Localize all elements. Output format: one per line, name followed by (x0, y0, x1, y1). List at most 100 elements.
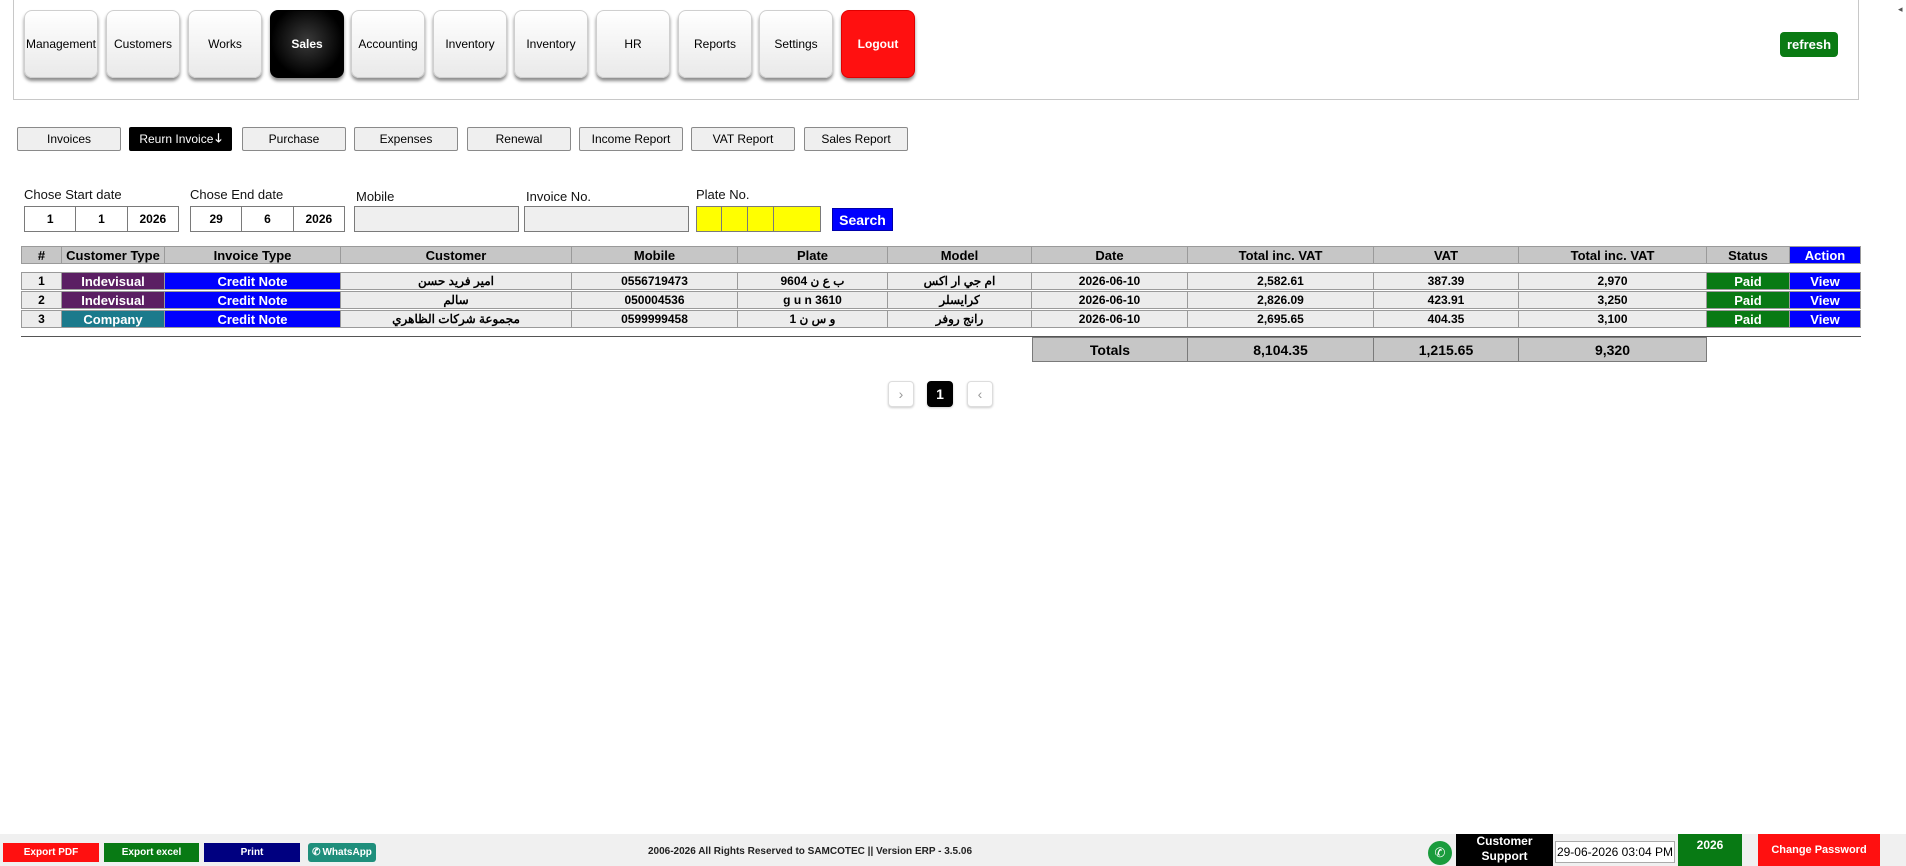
row-index: 1 (21, 272, 62, 290)
total-inc-value: 3,250 (1519, 291, 1707, 309)
nav-settings[interactable]: Settings (759, 10, 833, 78)
table-row: 1 Indevisual Credit Note امير فريد حسن 0… (21, 272, 1861, 290)
end-month[interactable]: 6 (242, 207, 294, 231)
table-row: 3 Company Credit Note مجموعة شركات الظاه… (21, 310, 1861, 328)
col-total-ex: Total inc. VAT (1188, 246, 1374, 264)
nav-accounting[interactable]: Accounting (351, 10, 425, 78)
mobile-input[interactable] (354, 206, 519, 232)
refresh-button[interactable]: refresh (1780, 32, 1838, 57)
pagination-prev-icon[interactable]: ‹ (967, 381, 993, 407)
col-plate: Plate (738, 246, 888, 264)
customer-type-badge: Indevisual (62, 291, 165, 309)
start-date-picker[interactable]: 1 1 2026 (24, 206, 179, 232)
nav-management[interactable]: Management (24, 10, 98, 78)
submenu-purchase[interactable]: Purchase (242, 127, 346, 151)
view-button[interactable]: View (1790, 310, 1861, 328)
start-day[interactable]: 1 (25, 207, 77, 231)
totals-inc-vat: 9,320 (1519, 337, 1707, 362)
customer-type-badge: Indevisual (62, 272, 165, 290)
customer-name: سالم (341, 291, 572, 309)
total-ex-value: 2,826.09 (1188, 291, 1374, 309)
plate-value: و س ن 1 (738, 310, 888, 328)
submenu-return-invoice-label: Reurn Invoice (139, 132, 214, 146)
total-ex-value: 2,695.65 (1188, 310, 1374, 328)
totals-label: Totals (1032, 337, 1188, 362)
mobile-label: Mobile (356, 189, 395, 204)
nav-logout[interactable]: Logout (841, 10, 915, 78)
col-action: Action (1790, 246, 1861, 264)
invoice-type-badge: Credit Note (165, 291, 341, 309)
submenu-invoices[interactable]: Invoices (17, 127, 121, 151)
nav-hr[interactable]: HR (596, 10, 670, 78)
view-button[interactable]: View (1790, 272, 1861, 290)
table-row: 2 Indevisual Credit Note سالم 050004536 … (21, 291, 1861, 309)
vat-value: 423.91 (1374, 291, 1519, 309)
submenu-return-invoice[interactable]: Reurn Invoice 🡓 (129, 127, 232, 151)
col-customer-type: Customer Type (62, 246, 165, 264)
model-value: ام جي ار اكس (888, 272, 1032, 290)
row-index: 2 (21, 291, 62, 309)
total-ex-value: 2,582.61 (1188, 272, 1374, 290)
plate-value: ب ع ن 9604 (738, 272, 888, 290)
submenu-sales-report[interactable]: Sales Report (804, 127, 908, 151)
end-day[interactable]: 29 (191, 207, 243, 231)
view-button[interactable]: View (1790, 291, 1861, 309)
col-customer: Customer (341, 246, 572, 264)
nav-inventory[interactable]: Inventory (433, 10, 507, 78)
vat-value: 387.39 (1374, 272, 1519, 290)
start-month[interactable]: 1 (76, 207, 128, 231)
nav-works[interactable]: Works (188, 10, 262, 78)
export-excel-button[interactable]: Export excel (104, 843, 199, 862)
search-button[interactable]: Search (832, 208, 893, 231)
col-status: Status (1707, 246, 1790, 264)
nav-customers[interactable]: Customers (106, 10, 180, 78)
print-button[interactable]: Print (204, 843, 300, 862)
start-year[interactable]: 2026 (128, 207, 178, 231)
plate-part-1[interactable] (697, 207, 722, 231)
vat-value: 404.35 (1374, 310, 1519, 328)
start-date-label: Chose Start date (24, 187, 122, 202)
status-badge: Paid (1707, 272, 1790, 290)
table-header-row: # Customer Type Invoice Type Customer Mo… (21, 246, 1861, 264)
customer-support-button[interactable]: Customer Support (1456, 834, 1553, 866)
arrow-down-icon: 🡓 (215, 130, 222, 145)
customer-type-badge: Company (62, 310, 165, 328)
submenu-income-report[interactable]: Income Report (579, 127, 683, 151)
end-year[interactable]: 2026 (294, 207, 344, 231)
mobile-value: 050004536 (572, 291, 738, 309)
col-total-inc: Total inc. VAT (1519, 246, 1707, 264)
plate-part-3[interactable] (748, 207, 774, 231)
plate-value: g u n 3610 (738, 291, 888, 309)
year-badge: 2026 (1678, 834, 1742, 866)
plate-part-4[interactable] (774, 207, 820, 231)
status-badge: Paid (1707, 291, 1790, 309)
submenu-expenses[interactable]: Expenses (354, 127, 458, 151)
whatsapp-button[interactable]: ✆ WhatsApp (308, 843, 376, 862)
pagination-current[interactable]: 1 (927, 381, 953, 407)
current-datetime: 29-06-2026 03:04 PM (1555, 841, 1675, 863)
submenu-renewal[interactable]: Renewal (467, 127, 571, 151)
copyright-text: 2006-2026 All Rights Reserved to SAMCOTE… (647, 846, 973, 857)
whatsapp-round-icon[interactable]: ✆ (1428, 841, 1452, 865)
date-value: 2026-06-10 (1032, 310, 1188, 328)
nav-sales[interactable]: Sales (270, 10, 344, 78)
submenu-vat-report[interactable]: VAT Report (691, 127, 795, 151)
end-date-picker[interactable]: 29 6 2026 (190, 206, 345, 232)
plate-no-label: Plate No. (696, 187, 750, 202)
export-pdf-button[interactable]: Export PDF (3, 843, 99, 862)
nav-reports[interactable]: Reports (678, 10, 752, 78)
totals-vat: 1,215.65 (1374, 337, 1519, 362)
end-date-label: Chose End date (190, 187, 284, 202)
invoice-no-input[interactable] (524, 206, 689, 232)
plate-no-input[interactable] (696, 206, 821, 232)
plate-part-2[interactable] (722, 207, 748, 231)
row-index: 3 (21, 310, 62, 328)
col-invoice-type: Invoice Type (165, 246, 341, 264)
whatsapp-label: WhatsApp (322, 847, 372, 858)
date-value: 2026-06-10 (1032, 291, 1188, 309)
col-date: Date (1032, 246, 1188, 264)
change-password-button[interactable]: Change Password (1758, 834, 1880, 866)
nav-inventory-2[interactable]: Inventory (514, 10, 588, 78)
pagination-next-icon[interactable]: › (888, 381, 914, 407)
status-badge: Paid (1707, 310, 1790, 328)
